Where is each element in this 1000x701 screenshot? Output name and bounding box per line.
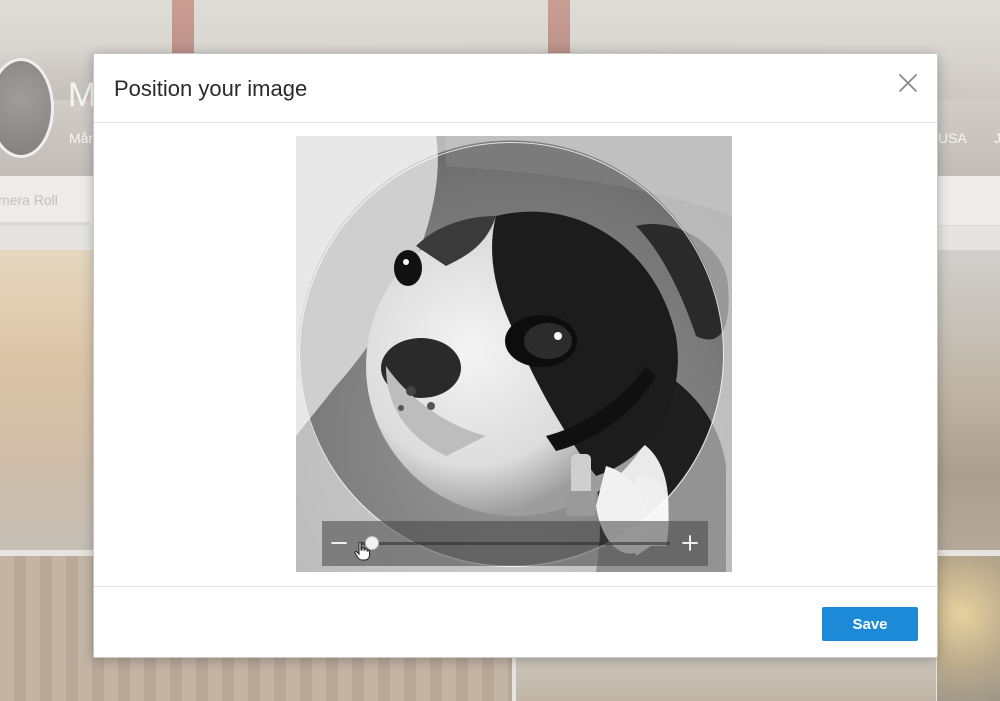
dialog-title: Position your image bbox=[114, 76, 308, 101]
zoom-control bbox=[322, 521, 708, 566]
plus-icon bbox=[682, 535, 698, 551]
close-icon bbox=[899, 74, 917, 92]
minus-icon bbox=[331, 542, 347, 544]
image-crop-area[interactable] bbox=[296, 136, 732, 572]
dialog-divider bbox=[94, 586, 937, 587]
position-image-dialog: Position your image Save bbox=[93, 53, 938, 658]
dialog-header: Position your image bbox=[94, 54, 937, 123]
zoom-in-button[interactable] bbox=[679, 532, 701, 554]
save-button[interactable]: Save bbox=[822, 607, 918, 641]
close-button[interactable] bbox=[897, 72, 919, 94]
zoom-slider-thumb[interactable] bbox=[365, 536, 380, 550]
zoom-slider-track[interactable] bbox=[360, 542, 670, 545]
profile-photo bbox=[296, 136, 732, 572]
zoom-out-button[interactable] bbox=[328, 532, 350, 554]
